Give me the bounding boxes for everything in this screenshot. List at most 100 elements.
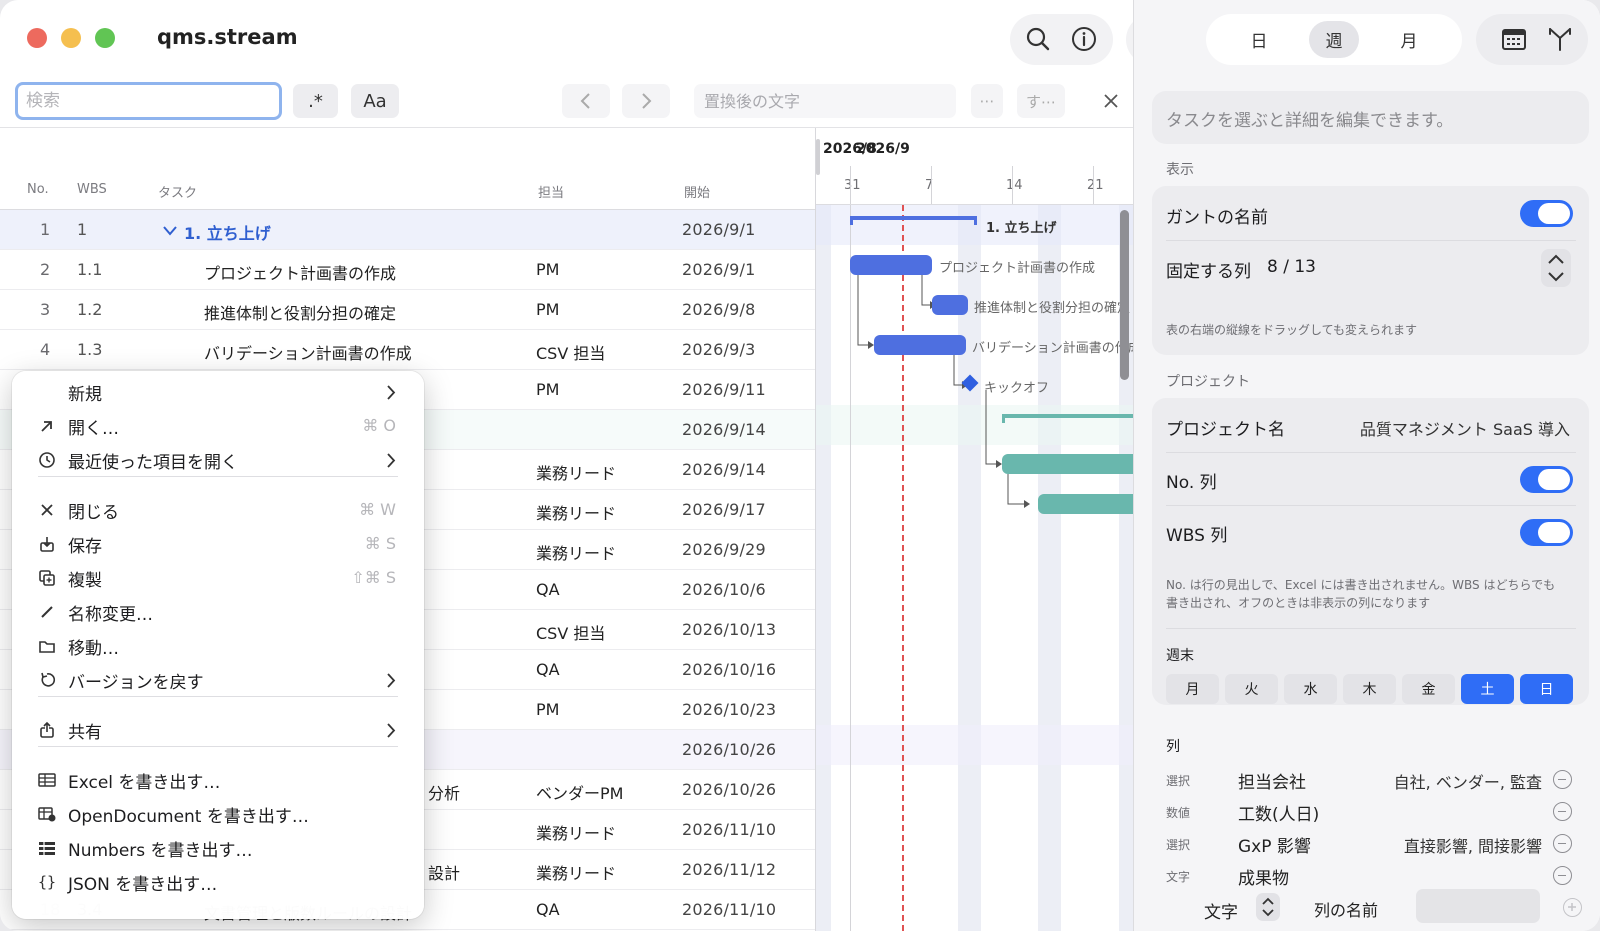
search-button[interactable] — [1018, 19, 1058, 59]
previous-match-button[interactable] — [562, 84, 610, 118]
cell-owner: PM — [536, 380, 560, 399]
menu-item[interactable]: バージョンを戻す — [12, 663, 424, 697]
new-column-type[interactable]: 文字 — [1204, 898, 1238, 923]
wbs-column-toggle[interactable] — [1520, 519, 1573, 546]
summary-bar[interactable] — [850, 216, 977, 220]
gantt-name-toggle[interactable] — [1520, 200, 1573, 227]
regex-toggle-button[interactable]: .* — [293, 84, 338, 118]
gantt-bar[interactable] — [850, 255, 932, 275]
gantt-bar[interactable] — [874, 335, 966, 355]
weekend-day-toggle[interactable]: 水 — [1284, 674, 1337, 704]
cell-owner: 業務リード — [536, 504, 617, 523]
table-row[interactable]: 2 1.1 プロジェクト計画書の作成 PM 2026/9/1 — [0, 250, 815, 290]
window-zoom-button[interactable] — [95, 28, 115, 48]
new-column-type-stepper[interactable] — [1256, 893, 1280, 921]
menu-item[interactable]: 最近使った項目を開く — [12, 443, 424, 477]
new-column-name-label: 列の名前 — [1314, 901, 1379, 920]
menu-item-label: JSON を書き出す… — [68, 875, 218, 895]
no-column-toggle[interactable] — [1520, 466, 1573, 493]
replace-all-button[interactable]: す⋯ — [1017, 84, 1065, 118]
remove-column-button[interactable] — [1553, 802, 1572, 821]
column-name[interactable]: 成果物 — [1238, 864, 1289, 889]
cell-wbs: 1.1 — [77, 260, 103, 279]
menu-item-label: 新規 — [68, 385, 102, 405]
menu-item-shortcut: ⌘ S — [364, 534, 396, 553]
table-row[interactable]: 4 1.3 バリデーション計画書の作成 CSV 担当 2026/9/3 — [0, 330, 815, 370]
gantt-bar-label: バリデーション計画書の作成 — [972, 341, 1133, 356]
cell-no: 1 — [40, 220, 51, 239]
close-findbar-button[interactable] — [1097, 84, 1125, 118]
cell-start: 2026/9/17 — [682, 500, 766, 519]
calendar-button[interactable] — [1494, 19, 1534, 59]
new-column-name-input[interactable] — [1416, 889, 1540, 923]
project-name-label: プロジェクト名 — [1166, 420, 1285, 440]
cell-start: 2026/9/8 — [682, 300, 756, 319]
summary-bar[interactable] — [1002, 414, 1133, 418]
cell-task: 1. 立ち上げ — [184, 224, 271, 243]
weekend-day-toggle[interactable]: 火 — [1225, 674, 1278, 704]
window-close-button[interactable] — [27, 28, 47, 48]
column-options[interactable]: 自社, ベンダー, 監査 — [1394, 769, 1542, 793]
remove-column-button[interactable] — [1553, 834, 1572, 853]
column-options[interactable]: 直接影響, 間接影響 — [1404, 833, 1542, 857]
disclosure-chevron-icon[interactable] — [162, 225, 178, 237]
menu-item[interactable]: 保存 ⌘ S — [12, 527, 424, 561]
column-name[interactable]: 担当会社 — [1238, 768, 1306, 793]
search-input[interactable] — [15, 82, 282, 120]
menu-item[interactable]: Numbers を書き出す… — [12, 831, 424, 865]
remove-column-button[interactable] — [1553, 770, 1572, 789]
menu-item[interactable]: 名称変更… — [12, 595, 424, 629]
chevron-up-down-icon — [1548, 254, 1564, 282]
menu-item[interactable]: 閉じる ⌘ W — [12, 493, 424, 527]
match-case-toggle-button[interactable]: Aa — [351, 84, 399, 118]
view-mode-week[interactable]: 週 — [1309, 21, 1359, 58]
gantt-bar[interactable] — [932, 295, 968, 315]
menu-item-label: 名称変更… — [68, 605, 153, 625]
replace-input[interactable] — [694, 84, 956, 118]
weekend-day-toggle[interactable]: 月 — [1166, 674, 1219, 704]
column-name[interactable]: 工数(人日) — [1238, 800, 1319, 825]
header-task[interactable]: タスク — [158, 182, 197, 201]
cell-task: 分析 — [428, 784, 461, 803]
header-start[interactable]: 開始 — [684, 182, 710, 201]
next-match-button[interactable] — [622, 84, 670, 118]
chevron-right-icon — [387, 673, 396, 688]
chevron-right-icon — [387, 723, 396, 738]
menu-item[interactable]: 共有 — [12, 713, 424, 747]
menu-item[interactable]: OpenDocument を書き出す… — [12, 797, 424, 831]
menu-item[interactable]: {} JSON を書き出す… — [12, 865, 424, 899]
menu-item-shortcut: ⇧⌘ S — [351, 568, 396, 587]
view-mode-day[interactable]: 日 — [1234, 21, 1284, 58]
weekend-day-toggle[interactable]: 日 — [1520, 674, 1573, 704]
column-name[interactable]: GxP 影響 — [1238, 832, 1311, 857]
gantt-scrollbar[interactable] — [1120, 210, 1129, 380]
weekend-day-toggle[interactable]: 金 — [1402, 674, 1455, 704]
weekend-day-toggle[interactable]: 木 — [1343, 674, 1396, 704]
header-wbs[interactable]: WBS — [77, 182, 107, 197]
gantt-bar[interactable] — [1038, 494, 1133, 514]
header-no[interactable]: No. — [27, 182, 49, 197]
cell-wbs: 1.2 — [77, 300, 103, 319]
project-name-value[interactable]: 品質マネジメント SaaS 導入 — [1360, 416, 1570, 440]
table-row[interactable]: 3 1.2 推進体制と役割分担の確定 PM 2026/9/8 — [0, 290, 815, 330]
chevron-right-icon — [642, 93, 652, 109]
menu-item[interactable]: Excel を書き出す… — [12, 763, 424, 797]
info-button[interactable] — [1064, 19, 1104, 59]
view-mode-month[interactable]: 月 — [1384, 21, 1434, 58]
menu-item[interactable]: 移動… — [12, 629, 424, 663]
table-row[interactable]: 1 1 1. 立ち上げ 2026/9/1 — [0, 210, 815, 250]
frozen-columns-stepper[interactable] — [1541, 249, 1571, 287]
weekend-day-toggle[interactable]: 土 — [1461, 674, 1514, 704]
cell-wbs: 1.3 — [77, 340, 103, 359]
menu-item[interactable]: 複製 ⇧⌘ S — [12, 561, 424, 595]
replace-one-button[interactable]: ⋯ — [971, 84, 1003, 118]
remove-column-button[interactable] — [1553, 866, 1572, 885]
add-column-button[interactable] — [1563, 898, 1582, 917]
filter-button[interactable] — [1540, 19, 1580, 59]
menu-item[interactable]: 開く… ⌘ O — [12, 409, 424, 443]
gantt-bar[interactable] — [1002, 454, 1133, 474]
menu-item[interactable]: 新規 — [12, 375, 424, 409]
header-owner[interactable]: 担当 — [538, 182, 564, 201]
window-minimize-button[interactable] — [61, 28, 81, 48]
cell-no: 2 — [40, 260, 51, 279]
